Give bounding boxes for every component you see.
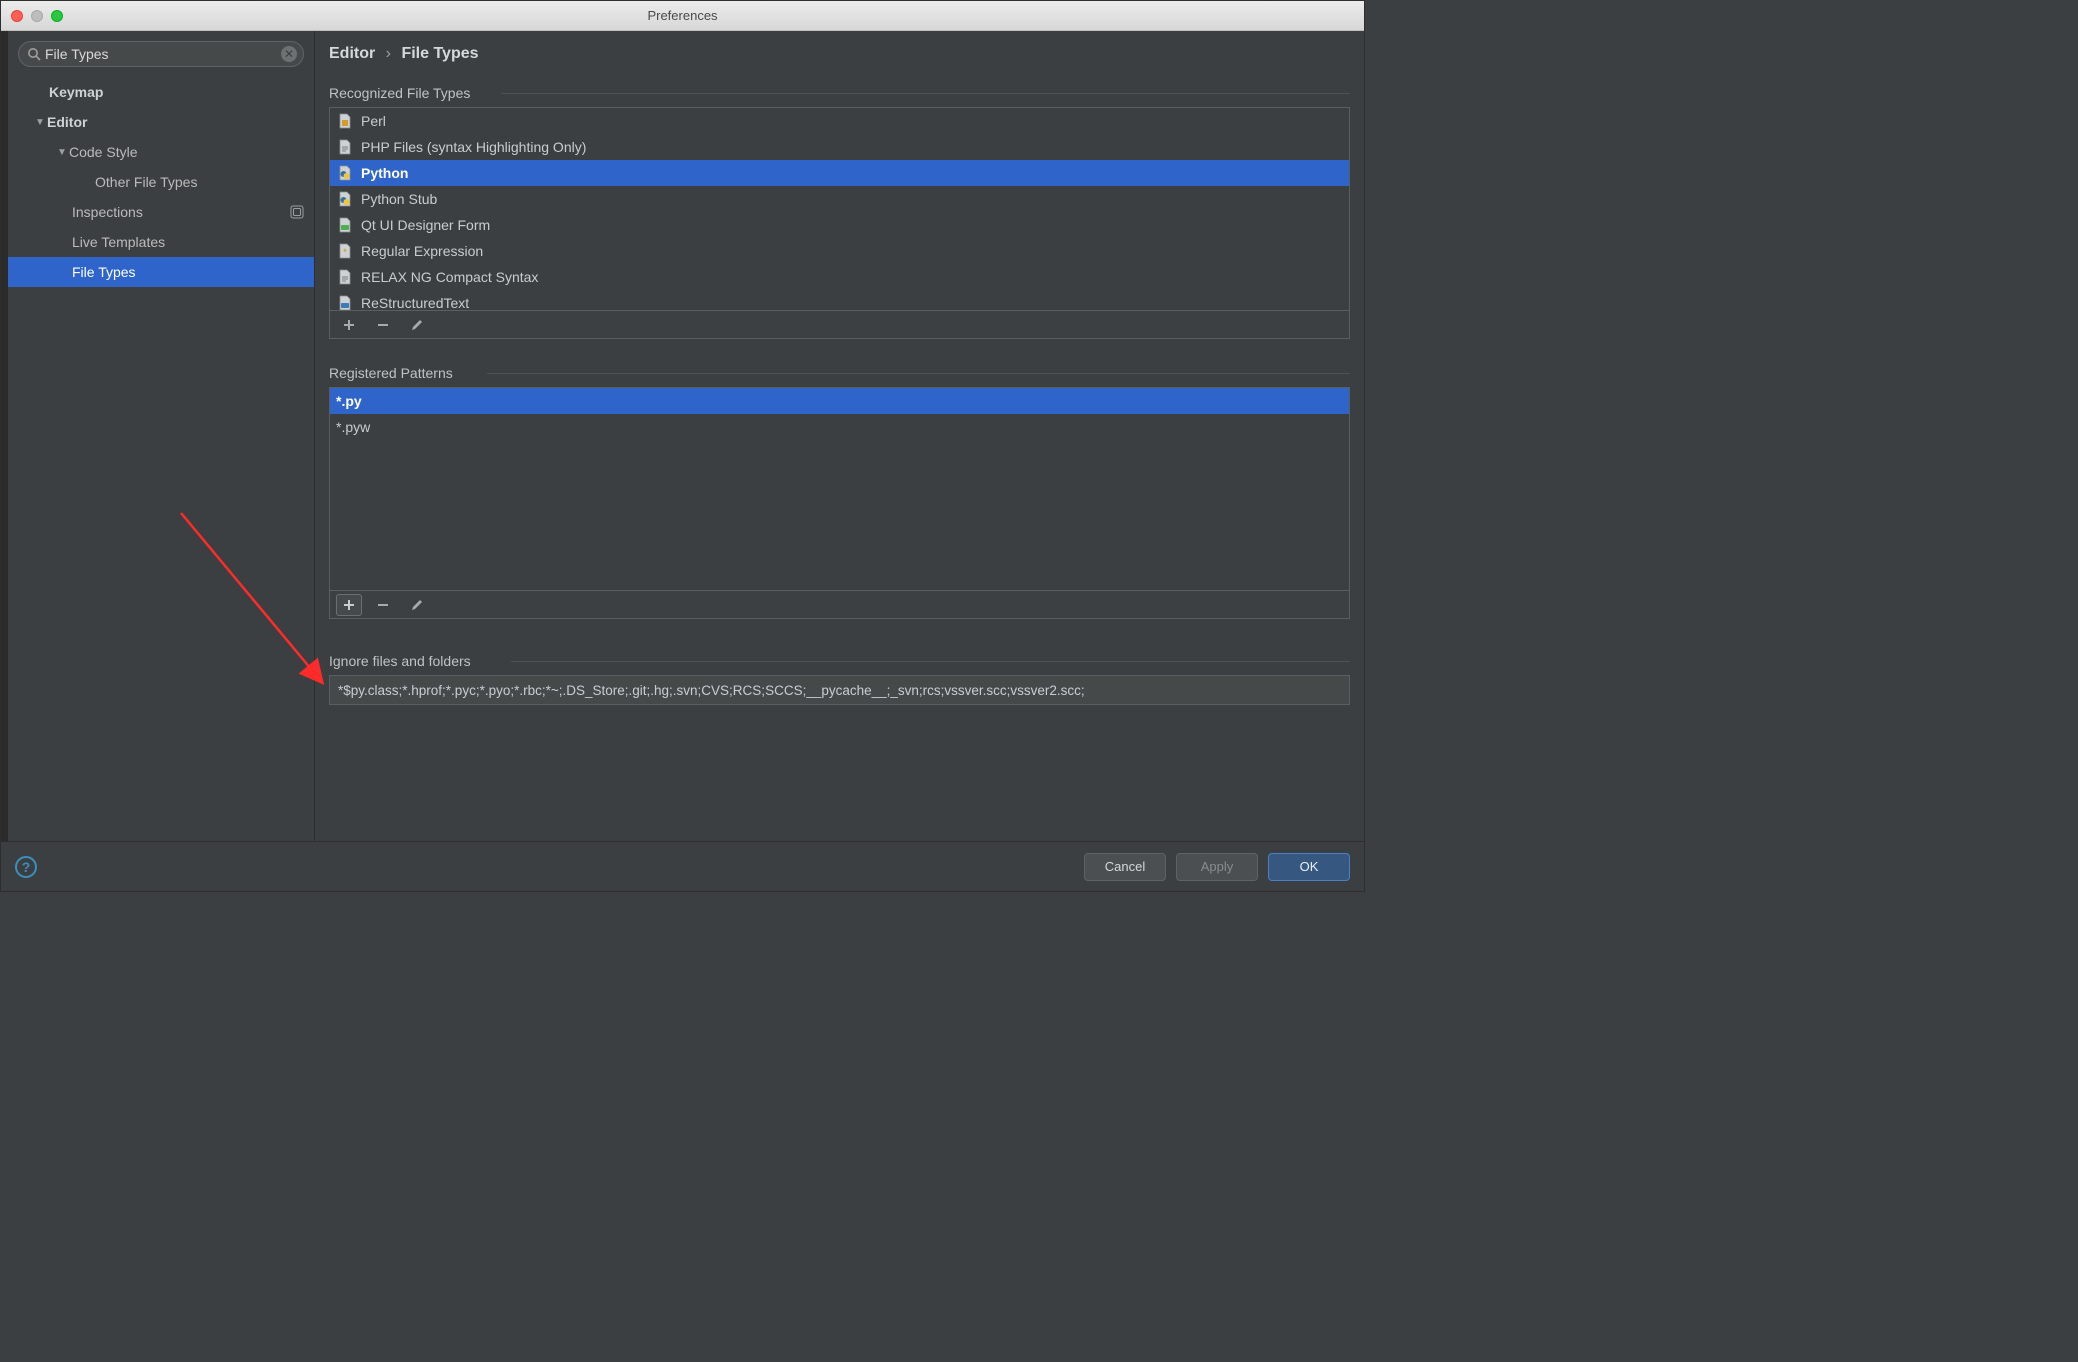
- filetype-label: ReStructuredText: [361, 295, 469, 310]
- pattern-row[interactable]: *.py: [330, 388, 1349, 414]
- window-controls: [11, 10, 63, 22]
- filetype-label: PHP Files (syntax Highlighting Only): [361, 139, 586, 155]
- collapse-icon: ▼: [55, 147, 69, 158]
- filetype-row[interactable]: Qt UI Designer Form: [330, 212, 1349, 238]
- svg-text:*: *: [343, 247, 347, 257]
- breadcrumb-root: Editor: [329, 45, 375, 62]
- ignore-files-input[interactable]: [329, 675, 1350, 705]
- registered-patterns-list: *.py *.pyw: [329, 387, 1350, 619]
- filetype-label: Python Stub: [361, 191, 437, 207]
- file-types-toolbar: [330, 310, 1349, 338]
- filetype-row[interactable]: ReStructuredText: [330, 290, 1349, 310]
- filetype-label: RELAX NG Compact Syntax: [361, 269, 538, 285]
- recognized-file-types-list: Perl PHP Files (syntax Highlighting Only)…: [329, 107, 1350, 339]
- remove-pattern-button[interactable]: [370, 594, 396, 616]
- python-icon: [336, 164, 354, 182]
- filetype-label: Qt UI Designer Form: [361, 217, 490, 233]
- python-icon: [336, 190, 354, 208]
- rst-icon: [336, 294, 354, 310]
- ok-button[interactable]: OK: [1268, 853, 1350, 881]
- search-input[interactable]: [45, 46, 277, 62]
- filetype-row[interactable]: * Regular Expression: [330, 238, 1349, 264]
- registered-patterns-label: Registered Patterns: [329, 365, 1350, 381]
- breadcrumb: Editor › File Types: [329, 41, 1350, 77]
- sidebar-item-label: Inspections: [72, 204, 143, 220]
- sidebar-item-live-templates[interactable]: Live Templates: [8, 227, 314, 257]
- add-pattern-button[interactable]: [336, 594, 362, 616]
- filetype-label: Regular Expression: [361, 243, 483, 259]
- sidebar-item-keymap[interactable]: ▶ Keymap: [8, 77, 314, 107]
- minimize-window-button[interactable]: [31, 10, 43, 22]
- qt-icon: [336, 216, 354, 234]
- perl-icon: [336, 112, 354, 130]
- ignore-files-label: Ignore files and folders: [329, 653, 1350, 669]
- doc-icon: [336, 268, 354, 286]
- help-button[interactable]: ?: [15, 856, 37, 878]
- filetype-row[interactable]: Python: [330, 160, 1349, 186]
- regex-icon: *: [336, 242, 354, 260]
- sidebar: ✕ ▶ Keymap ▼ Editor ▼ Code Style Other F…: [8, 31, 315, 841]
- sidebar-item-label: Code Style: [69, 144, 137, 160]
- filetype-row[interactable]: RELAX NG Compact Syntax: [330, 264, 1349, 290]
- file-types-items[interactable]: Perl PHP Files (syntax Highlighting Only)…: [330, 108, 1349, 310]
- window-title: Preferences: [1, 8, 1364, 23]
- sidebar-item-label: Keymap: [49, 84, 103, 100]
- sidebar-item-editor[interactable]: ▼ Editor: [8, 107, 314, 137]
- sidebar-item-inspections[interactable]: Inspections: [8, 197, 314, 227]
- patterns-toolbar: [330, 590, 1349, 618]
- add-file-type-button[interactable]: [336, 314, 362, 336]
- edit-file-type-button[interactable]: [404, 314, 430, 336]
- breadcrumb-separator-icon: ›: [386, 45, 391, 62]
- pattern-label: *.py: [336, 393, 362, 409]
- filetype-row[interactable]: Perl: [330, 108, 1349, 134]
- zoom-window-button[interactable]: [51, 10, 63, 22]
- search-icon: [27, 47, 41, 61]
- pattern-label: *.pyw: [336, 419, 370, 435]
- apply-button[interactable]: Apply: [1176, 853, 1258, 881]
- preferences-window: Preferences ✕ ▶ Keymap: [0, 0, 1365, 892]
- close-window-button[interactable]: [11, 10, 23, 22]
- main-panel: Editor › File Types Recognized File Type…: [315, 31, 1364, 841]
- cancel-button[interactable]: Cancel: [1084, 853, 1166, 881]
- edit-pattern-button[interactable]: [404, 594, 430, 616]
- sidebar-item-label: File Types: [72, 264, 136, 280]
- window-body: ✕ ▶ Keymap ▼ Editor ▼ Code Style Other F…: [1, 31, 1364, 841]
- settings-tree: ▶ Keymap ▼ Editor ▼ Code Style Other Fil…: [8, 77, 314, 841]
- filetype-row[interactable]: PHP Files (syntax Highlighting Only): [330, 134, 1349, 160]
- breadcrumb-leaf: File Types: [401, 45, 478, 62]
- pattern-row[interactable]: *.pyw: [330, 414, 1349, 440]
- doc-icon: [336, 138, 354, 156]
- sidebar-item-code-style[interactable]: ▼ Code Style: [8, 137, 314, 167]
- left-gutter: [1, 31, 8, 841]
- sidebar-item-other-file-types[interactable]: Other File Types: [8, 167, 314, 197]
- settings-scope-icon: [290, 205, 304, 219]
- clear-search-button[interactable]: ✕: [281, 46, 297, 62]
- filetype-label: Perl: [361, 113, 386, 129]
- sidebar-item-file-types[interactable]: File Types: [8, 257, 314, 287]
- sidebar-item-label: Other File Types: [95, 174, 197, 190]
- search-field-wrap: ✕: [18, 41, 304, 67]
- sidebar-item-label: Live Templates: [72, 234, 165, 250]
- titlebar: Preferences: [1, 1, 1364, 31]
- filetype-row[interactable]: Python Stub: [330, 186, 1349, 212]
- button-bar: ? Cancel Apply OK: [1, 841, 1364, 891]
- collapse-icon: ▼: [33, 117, 47, 128]
- filetype-label: Python: [361, 165, 408, 181]
- remove-file-type-button[interactable]: [370, 314, 396, 336]
- sidebar-item-label: Editor: [47, 114, 87, 130]
- recognized-file-types-label: Recognized File Types: [329, 85, 1350, 101]
- patterns-items[interactable]: *.py *.pyw: [330, 388, 1349, 590]
